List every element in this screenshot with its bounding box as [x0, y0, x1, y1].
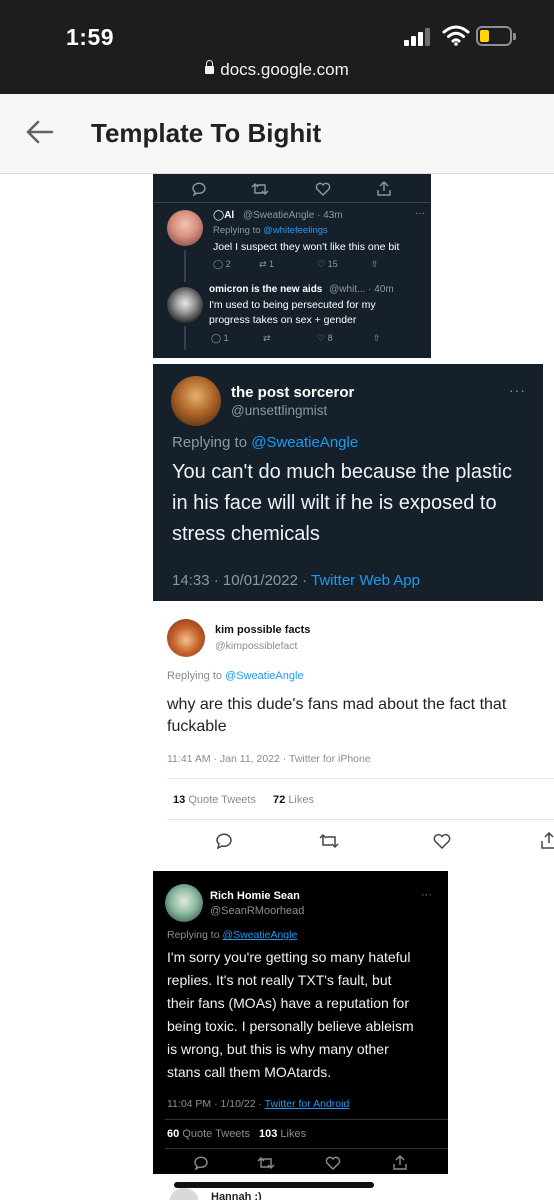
reply-icon — [192, 182, 206, 196]
retweet-icon[interactable] — [319, 833, 339, 849]
tweet-screenshot-post-sorceror: the post sorceror @unsettlingmist ··· Re… — [153, 364, 543, 601]
likes-count[interactable]: 103 Likes — [259, 1128, 306, 1140]
replying-to: Replying to @whitefeelings — [213, 225, 328, 236]
battery-icon — [476, 26, 516, 46]
display-name: omicron is the new aids — [209, 284, 323, 295]
quote-tweets-count[interactable]: 60 Quote Tweets — [167, 1128, 250, 1140]
like-count[interactable]: ♡ 15 — [317, 259, 338, 270]
reply-header: omicron is the new aids @whit... · 40m — [209, 284, 394, 295]
handle: @kimpossiblefact — [215, 640, 298, 652]
mention-link[interactable]: @SweatieAngle — [225, 670, 303, 682]
replying-to: Replying to @SweatieAngle — [167, 670, 304, 682]
avatar[interactable] — [169, 1188, 199, 1200]
display-name: the post sorceror — [231, 384, 355, 401]
tweet-text-line: stress chemicals — [172, 523, 320, 545]
reply-icon[interactable] — [193, 1156, 209, 1170]
client-link[interactable]: Twitter Web App — [311, 572, 420, 589]
thread-line — [184, 326, 186, 350]
like-icon[interactable] — [433, 833, 451, 849]
like-count[interactable]: ♡ 8 — [317, 333, 333, 344]
tweet-screenshot-kim-possible-facts: kim possible facts @kimpossiblefact Repl… — [153, 605, 554, 863]
tweet-meta: 14:33 · 10/01/2022 · Twitter Web App — [172, 572, 420, 589]
retweet-icon[interactable]: ⇄ — [263, 333, 271, 344]
mention-link[interactable]: @SweatieAngle — [251, 434, 358, 451]
reply-header: ◯Al @SweatieAngle · 43m — [213, 210, 343, 221]
tweet-text-line: I'm used to being persecuted for my — [209, 299, 376, 311]
document-title: Template To Bighit — [91, 118, 322, 148]
like-icon — [315, 182, 331, 196]
tweet-text-line: You can't do much because the plastic — [172, 461, 512, 483]
replying-to: Replying to @SweatieAngle — [167, 929, 297, 941]
back-arrow-icon[interactable] — [24, 116, 56, 148]
tweet-meta: 11:41 AM · Jan 11, 2022 · Twitter for iP… — [167, 753, 371, 765]
tweet-text-line: is wrong, but this is why many other — [167, 1041, 389, 1057]
more-icon[interactable]: ··· — [421, 889, 432, 901]
reply-count[interactable]: ◯ 2 — [213, 259, 231, 270]
likes-count[interactable]: 72 Likes — [273, 794, 314, 806]
share-icon[interactable]: ⇧ — [373, 333, 381, 344]
tweet-text-line: I'm sorry you're getting so many hateful — [167, 949, 411, 965]
address-bar[interactable]: docs.google.com — [0, 60, 554, 80]
client-link[interactable]: Twitter for Android — [265, 1098, 350, 1110]
reply-count[interactable]: ◯ 1 — [211, 333, 229, 344]
tweet-screenshot-thread: ◯Al @SweatieAngle · 43m ··· Replying to … — [153, 174, 431, 358]
timestamp: 11:04 PM · 1/10/22 · — [167, 1098, 265, 1110]
home-indicator[interactable] — [174, 1182, 374, 1188]
tweet-text-line: replies. It's not really TXT's fault, bu… — [167, 972, 392, 988]
display-name: Hannah :) — [211, 1191, 262, 1200]
avatar[interactable] — [167, 287, 203, 323]
tweet-text-line: being toxic. I personally believe ableis… — [167, 1018, 414, 1034]
display-name: Rich Homie Sean — [210, 890, 300, 902]
replying-to: Replying to @SweatieAngle — [172, 434, 358, 451]
avatar[interactable] — [171, 376, 221, 426]
tweet-screenshot-rich-homie-sean: Rich Homie Sean @SeanRMoorhead ··· Reply… — [153, 871, 448, 1174]
handle: @SweatieAngle · 43m — [242, 210, 343, 221]
tweet-text-line: fuckable — [167, 718, 227, 735]
replying-prefix: Replying to — [172, 434, 252, 451]
replying-prefix: Replying to — [167, 670, 226, 682]
cellular-signal-icon — [404, 28, 432, 46]
wifi-icon — [442, 25, 470, 46]
retweet-count[interactable]: ⇄ 1 — [259, 259, 274, 270]
timestamp: 14:33 · 10/01/2022 · — [172, 572, 311, 589]
avatar[interactable] — [167, 619, 205, 657]
tweet-text-line: their fans (MOAs) have a reputation for — [167, 995, 409, 1011]
thread-line — [184, 250, 186, 282]
tweet-text-line: in his face will wilt if he is exposed t… — [172, 492, 497, 514]
tweet-text-line: stans call them MOAtards. — [167, 1064, 332, 1080]
tweet-text-line: why are this dude's fans mad about the f… — [167, 696, 507, 713]
share-icon[interactable]: ⇧ — [371, 259, 379, 270]
handle: @whit... · 40m — [329, 284, 394, 295]
quote-tweets-count[interactable]: 13 Quote Tweets — [173, 794, 256, 806]
mention-link[interactable]: @whitefeelings — [263, 225, 328, 236]
display-name: ◯ — [213, 210, 225, 221]
more-icon[interactable]: ··· — [415, 208, 425, 219]
url-text: docs.google.com — [220, 60, 349, 79]
avatar[interactable] — [165, 884, 203, 922]
reply-icon[interactable] — [215, 833, 233, 849]
display-name-text: Al — [224, 210, 235, 221]
tweet-text: Joel I suspect they won't like this one … — [213, 241, 400, 253]
tweet-meta: 11:04 PM · 1/10/22 · Twitter for Android — [167, 1098, 349, 1110]
lock-icon — [205, 60, 215, 74]
mention-link[interactable]: @SweatieAngle — [222, 929, 297, 941]
retweet-icon — [251, 183, 269, 195]
avatar[interactable] — [167, 210, 203, 246]
like-icon[interactable] — [325, 1156, 341, 1170]
share-icon[interactable] — [541, 831, 554, 849]
tweet-text-line: progress takes on sex + gender — [209, 314, 357, 326]
handle: @SeanRMoorhead — [210, 905, 305, 917]
share-icon[interactable] — [393, 1155, 407, 1170]
retweet-icon[interactable] — [257, 1156, 275, 1170]
status-bar: 1:59 docs.google.com — [0, 0, 554, 94]
handle: @unsettlingmist — [231, 403, 328, 418]
replying-prefix: Replying to — [167, 929, 223, 941]
more-icon[interactable]: ··· — [509, 382, 526, 398]
document-header: Template To Bighit — [0, 94, 554, 174]
share-icon — [377, 181, 391, 196]
replying-prefix: Replying to — [213, 225, 264, 236]
display-name: kim possible facts — [215, 624, 311, 636]
clock: 1:59 — [66, 24, 115, 50]
